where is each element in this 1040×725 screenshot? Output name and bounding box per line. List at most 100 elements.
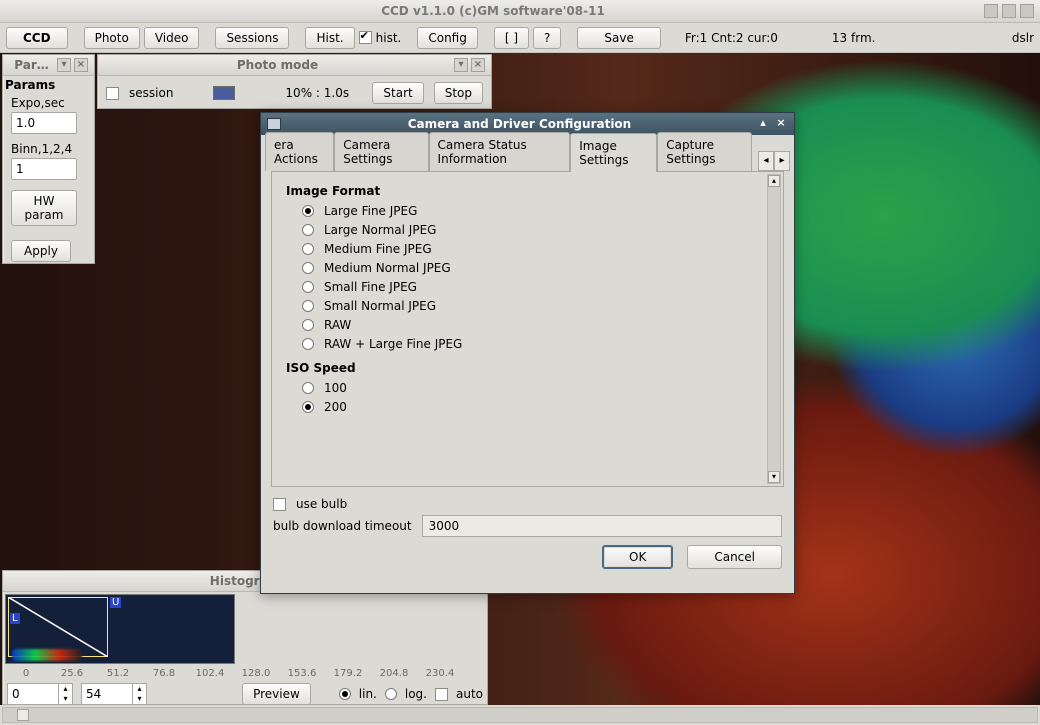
auto-checkbox[interactable] [435, 688, 448, 701]
axis-tick: 204.8 [375, 668, 413, 679]
upper-handle[interactable]: U [110, 597, 121, 608]
layout-button[interactable]: [ ] [494, 27, 529, 49]
axis-tick: 230.4 [421, 668, 459, 679]
spin-up-icon[interactable]: ▴ [132, 684, 146, 694]
save-button[interactable]: Save [577, 27, 660, 49]
hw-param-button[interactable]: HW param [11, 190, 77, 226]
binn-input[interactable] [11, 158, 77, 180]
format-radio[interactable] [302, 205, 314, 217]
params-titlebar[interactable]: Par… ▾ × [3, 55, 94, 76]
use-bulb-checkbox[interactable] [273, 498, 286, 511]
iso-heading: ISO Speed [286, 361, 773, 375]
histogram-plot[interactable]: L U [5, 594, 235, 664]
format-radio[interactable] [302, 319, 314, 331]
expo-input[interactable] [11, 112, 77, 134]
color-swatch[interactable] [213, 86, 235, 100]
apply-button[interactable]: Apply [11, 240, 71, 262]
range-min-spin[interactable]: ▴▾ [7, 683, 73, 705]
iso-label: 100 [324, 381, 347, 395]
main-toolbar: CCD Photo Video Sessions Hist. hist. Con… [0, 23, 1040, 53]
lin-radio[interactable] [339, 688, 351, 700]
range-max-spin[interactable]: ▴▾ [81, 683, 147, 705]
axis-tick: 25.6 [53, 668, 91, 679]
panel-scrollbar[interactable]: ▴ ▾ [767, 174, 781, 484]
minimize-icon[interactable] [984, 4, 998, 18]
scroll-down-icon[interactable]: ▾ [768, 471, 780, 483]
horizontal-scrollbar[interactable] [2, 707, 1038, 723]
pin-icon[interactable]: ▾ [454, 58, 468, 72]
progress-text: 10% : 1.0s [285, 86, 349, 100]
format-radio[interactable] [302, 300, 314, 312]
rollup-icon[interactable]: ▴ [756, 117, 770, 131]
frame-status: Fr:1 Cnt:2 cur:0 [685, 31, 778, 45]
axis-tick: 76.8 [145, 668, 183, 679]
iso-radio[interactable] [302, 382, 314, 394]
photo-button[interactable]: Photo [84, 27, 140, 49]
tab-camera-status[interactable]: Camera Status Information [429, 132, 571, 171]
pin-icon[interactable]: ▾ [57, 58, 71, 72]
photo-mode-title: Photo mode [104, 58, 451, 72]
tab-camera-settings[interactable]: Camera Settings [334, 132, 428, 171]
ccd-button[interactable]: CCD [6, 27, 68, 49]
format-label: Large Normal JPEG [324, 223, 436, 237]
main-window-titlebar: CCD v1.1.0 (c)GM software'08-11 [0, 0, 1040, 23]
histogram-axis: 025.651.276.8102.4128.0153.6179.2204.823… [3, 664, 473, 679]
lower-handle[interactable]: L [10, 613, 20, 624]
close-icon[interactable]: × [74, 58, 88, 72]
session-checkbox[interactable] [106, 87, 119, 100]
range-min-input[interactable] [8, 685, 58, 703]
close-icon[interactable] [1020, 4, 1034, 18]
tab-image-settings[interactable]: Image Settings [570, 133, 657, 172]
binn-label: Binn,1,2,4 [11, 142, 86, 156]
spin-down-icon[interactable]: ▾ [132, 694, 146, 704]
axis-tick: 0 [7, 668, 45, 679]
log-radio[interactable] [385, 688, 397, 700]
maximize-icon[interactable] [1002, 4, 1016, 18]
range-max-input[interactable] [82, 685, 132, 703]
iso-radio[interactable] [302, 401, 314, 413]
tab-panel: Image Format Large Fine JPEGLarge Normal… [271, 171, 784, 487]
session-label: session [129, 86, 173, 100]
format-radio[interactable] [302, 243, 314, 255]
tab-era-actions[interactable]: era Actions [265, 132, 334, 171]
hist-button[interactable]: Hist. [305, 27, 354, 49]
spin-up-icon[interactable]: ▴ [58, 684, 72, 694]
photo-mode-titlebar[interactable]: Photo mode ▾ × [98, 55, 491, 76]
hist-checkbox[interactable] [359, 31, 372, 44]
auto-label: auto [456, 687, 483, 701]
preview-button[interactable]: Preview [242, 683, 311, 705]
format-radio[interactable] [302, 281, 314, 293]
video-button[interactable]: Video [144, 27, 200, 49]
bulb-timeout-input[interactable] [422, 515, 782, 537]
cancel-button[interactable]: Cancel [687, 545, 782, 569]
stop-button[interactable]: Stop [434, 82, 483, 104]
axis-tick: 51.2 [99, 668, 137, 679]
format-radio[interactable] [302, 262, 314, 274]
format-label: Medium Fine JPEG [324, 242, 432, 256]
format-label: RAW [324, 318, 351, 332]
scroll-up-icon[interactable]: ▴ [768, 175, 780, 187]
start-button[interactable]: Start [372, 82, 423, 104]
log-label: log. [405, 687, 427, 701]
close-icon[interactable]: × [471, 58, 485, 72]
format-radio[interactable] [302, 338, 314, 350]
config-dialog: Camera and Driver Configuration ▴ × era … [260, 112, 795, 594]
ok-button[interactable]: OK [602, 545, 673, 569]
axis-tick: 102.4 [191, 668, 229, 679]
mode-label: dslr [1012, 31, 1034, 45]
spin-down-icon[interactable]: ▾ [58, 694, 72, 704]
dialog-tabs: era Actions Camera Settings Camera Statu… [261, 135, 794, 171]
format-label: Small Fine JPEG [324, 280, 417, 294]
tab-scroll-right-icon[interactable]: ▸ [774, 151, 790, 171]
axis-tick: 153.6 [283, 668, 321, 679]
folder-icon [267, 118, 281, 130]
tab-scroll-left-icon[interactable]: ◂ [758, 151, 774, 171]
help-button[interactable]: ? [533, 27, 561, 49]
hist-checkbox-label: hist. [376, 31, 402, 45]
tab-capture-settings[interactable]: Capture Settings [657, 132, 752, 171]
close-icon[interactable]: × [774, 117, 788, 131]
config-button[interactable]: Config [417, 27, 478, 49]
sessions-button[interactable]: Sessions [215, 27, 289, 49]
expo-label: Expo,sec [11, 96, 86, 110]
format-radio[interactable] [302, 224, 314, 236]
